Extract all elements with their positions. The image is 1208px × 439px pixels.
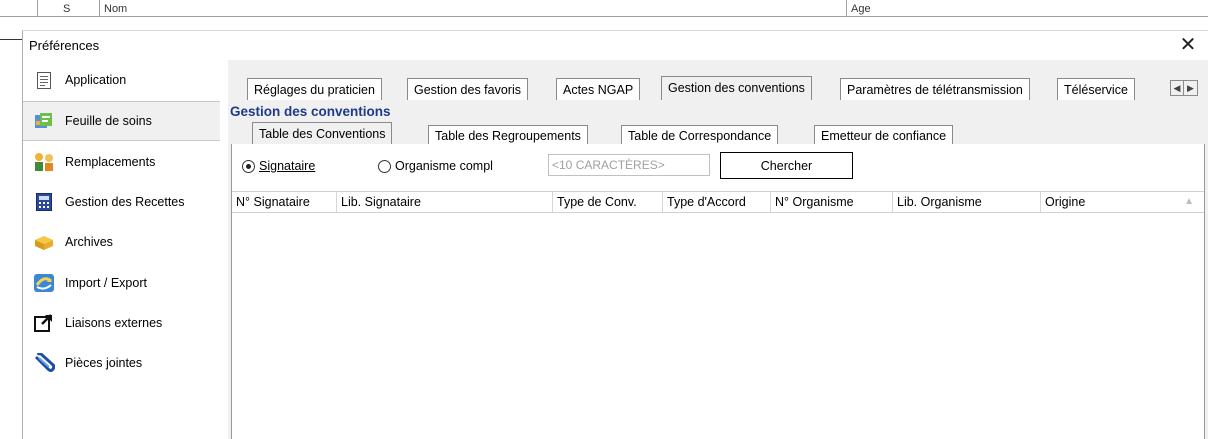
background-window-header: S Nom Age (0, 0, 1208, 40)
sidebar-item-gestion-des-recettes[interactable]: Gestion des Recettes (23, 182, 220, 222)
sidebar-item-archives[interactable]: Archives (23, 222, 220, 262)
radio-checked-icon (242, 159, 255, 173)
tab-teleservice[interactable]: Téléservice (1057, 78, 1135, 100)
sidebar-item-pieces-jointes[interactable]: Pièces jointes (23, 343, 220, 383)
grid-header: N° Signataire Lib. Signataire Type de Co… (232, 191, 1204, 213)
radio-label: Organisme compl (395, 159, 493, 173)
sidebar-item-application[interactable]: Application (23, 60, 220, 100)
chevron-right-icon[interactable]: ▶ (1184, 80, 1198, 96)
sidebar-item-label: Feuille de soins (65, 114, 152, 128)
bg-col-s: S (63, 3, 71, 15)
care-sheet-icon (33, 110, 55, 132)
column-header-n-signataire[interactable]: N° Signataire (232, 192, 337, 212)
archive-icon (33, 231, 55, 253)
column-header-type-d-accord[interactable]: Type d'Accord (663, 192, 771, 212)
sidebar-item-label: Pièces jointes (65, 356, 143, 370)
document-icon (33, 69, 55, 91)
sort-ascending-icon[interactable]: ▲ (1184, 196, 1194, 207)
tab-reglages-du-praticien[interactable]: Réglages du praticien (247, 78, 382, 100)
search-button[interactable]: Chercher (720, 152, 853, 179)
column-header-lib-organisme[interactable]: Lib. Organisme (893, 192, 1041, 212)
import-export-icon (33, 272, 55, 294)
external-link-icon (33, 312, 55, 334)
sidebar-item-label: Application (65, 73, 127, 87)
bg-col-nom: Nom (104, 3, 128, 15)
dialog-title: Préférences (29, 38, 100, 53)
sidebar-item-label: Liaisons externes (65, 316, 163, 330)
tab-gestion-des-favoris[interactable]: Gestion des favoris (407, 78, 528, 100)
preferences-dialog: Préférences ✕ Application Feuille de soi… (22, 30, 1208, 439)
sidebar: Application Feuille de soins Remplacemen… (23, 60, 220, 439)
column-header-n-organisme[interactable]: N° Organisme (771, 192, 893, 212)
column-header-type-de-conv[interactable]: Type de Conv. (553, 192, 663, 212)
calculator-icon (33, 191, 55, 213)
column-header-lib-signataire[interactable]: Lib. Signataire (337, 192, 553, 212)
sidebar-item-label: Archives (65, 235, 113, 249)
radio-organisme-compl[interactable]: Organisme compl (378, 159, 493, 173)
tab-table-des-regroupements[interactable]: Table des Regroupements (428, 125, 588, 144)
column-header-origine[interactable]: Origine (1041, 192, 1201, 212)
conventions-pane: Signataire Organisme compl Chercher N° S… (231, 144, 1205, 439)
tab-table-des-conventions[interactable]: Table des Conventions (252, 122, 393, 144)
bg-col-age: Age (851, 3, 871, 15)
tab-scroll-buttons: ◀ ▶ (1170, 80, 1198, 96)
search-bar: Signataire Organisme compl Chercher (232, 144, 1204, 189)
tab-actes-ngap[interactable]: Actes NGAP (556, 78, 641, 100)
chevron-left-icon[interactable]: ◀ (1170, 80, 1184, 96)
radio-unchecked-icon (378, 159, 391, 173)
replacement-icon (33, 151, 55, 173)
search-input[interactable] (548, 154, 710, 176)
tab-emetteur-de-confiance[interactable]: Emetteur de confiance (814, 125, 954, 144)
tab-table-de-correspondance[interactable]: Table de Correspondance (621, 125, 779, 144)
sidebar-item-remplacements[interactable]: Remplacements (23, 142, 220, 182)
sub-tab-strip: Table des Conventions Table des Regroupe… (228, 122, 1208, 144)
sidebar-item-feuille-de-soins[interactable]: Feuille de soins (23, 101, 220, 141)
grid-body[interactable] (232, 213, 1204, 439)
sidebar-item-label: Import / Export (65, 276, 147, 290)
close-icon[interactable]: ✕ (1176, 33, 1200, 57)
title-bar: Préférences ✕ (23, 31, 1208, 60)
top-tab-strip: Réglages du praticien Gestion des favori… (228, 76, 1208, 100)
radio-signataire[interactable]: Signataire (242, 159, 315, 173)
content-panel: Réglages du praticien Gestion des favori… (228, 60, 1208, 439)
sidebar-item-label: Remplacements (65, 155, 156, 169)
tab-gestion-des-conventions[interactable]: Gestion des conventions (661, 76, 812, 100)
section-title: Gestion des conventions (230, 104, 391, 119)
tab-parametres-de-teletransmission[interactable]: Paramètres de télétransmission (840, 78, 1030, 100)
sidebar-item-import-export[interactable]: Import / Export (23, 263, 220, 303)
radio-label: Signataire (259, 159, 316, 173)
paperclip-icon (33, 352, 55, 374)
sidebar-item-label: Gestion des Recettes (65, 195, 185, 209)
sidebar-item-liaisons-externes[interactable]: Liaisons externes (23, 303, 220, 343)
